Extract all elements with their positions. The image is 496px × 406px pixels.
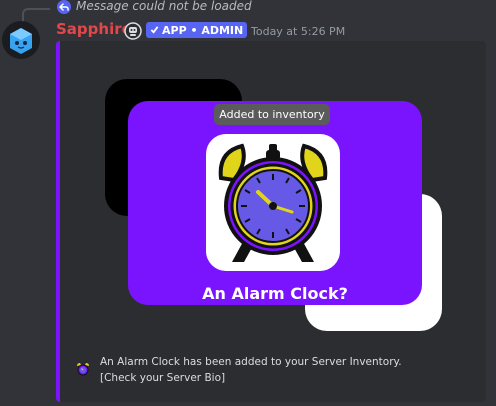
reply-text[interactable]: Message could not be loaded xyxy=(76,0,252,13)
avatar[interactable] xyxy=(1,20,41,60)
badge-label: APP • ADMIN xyxy=(162,23,244,37)
app-face-icon xyxy=(124,22,142,40)
timestamp[interactable]: Today at 5:26 PM xyxy=(251,25,345,38)
author-name[interactable]: Sapphire xyxy=(56,20,132,38)
reply-arrow-icon xyxy=(57,0,71,14)
embed-description: An Alarm Clock has been added to your Se… xyxy=(100,354,430,386)
checkmark-icon xyxy=(150,24,159,37)
clock-small-icon xyxy=(76,361,90,376)
item-name: An Alarm Clock? xyxy=(202,284,348,303)
description-line-2: [Check your Server Bio] xyxy=(100,372,226,384)
app-badge: APP • ADMIN xyxy=(146,22,248,38)
alarm-clock-icon xyxy=(216,140,330,266)
description-line-1: An Alarm Clock has been added to your Se… xyxy=(100,356,402,368)
inventory-tooltip: Added to inventory xyxy=(214,104,330,125)
